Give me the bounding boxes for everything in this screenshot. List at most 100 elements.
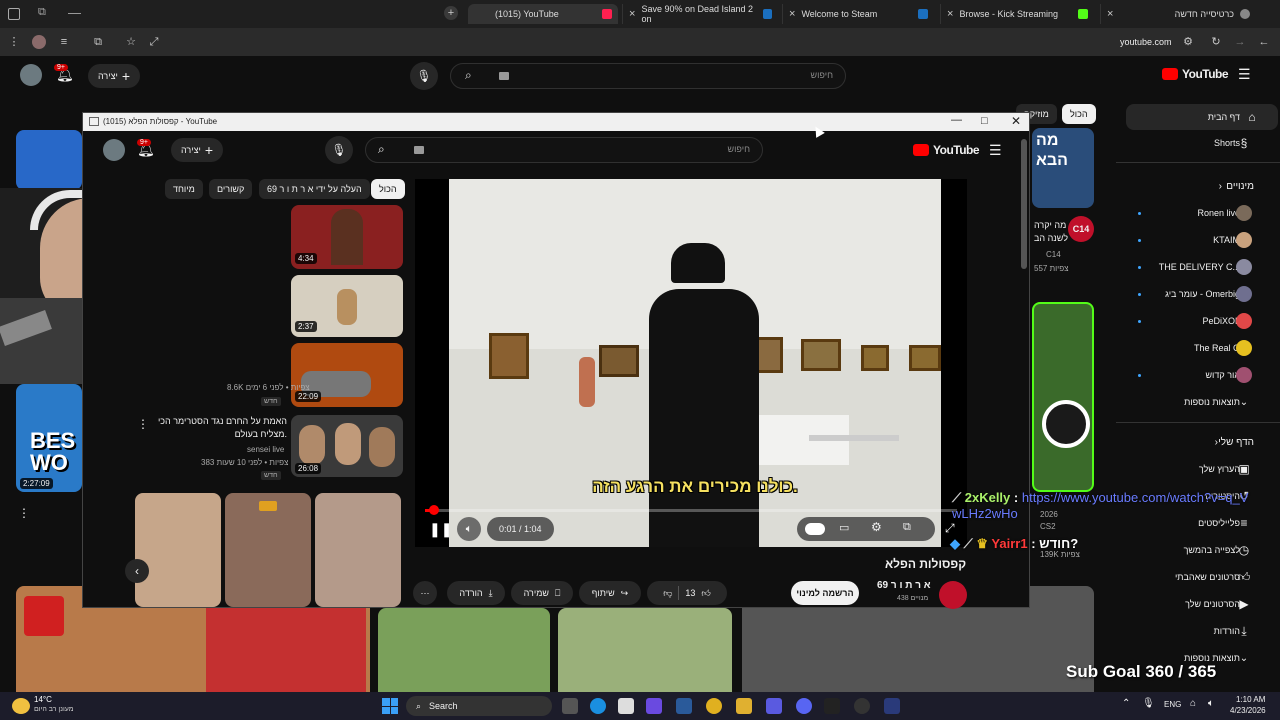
like-count[interactable]: 13 bbox=[685, 588, 695, 598]
mic-icon[interactable]: 🎙︎ bbox=[325, 136, 353, 164]
share-button[interactable]: שיתוף ↪ bbox=[579, 581, 641, 605]
bg-video-title[interactable]: מה יקרה bbox=[1034, 220, 1066, 230]
sidebar-show-more[interactable]: תוצאות נוספות ⌄ bbox=[1116, 389, 1280, 415]
settings-gear-icon[interactable]: ⚙ bbox=[871, 520, 882, 534]
tab-steam[interactable]: × Welcome to Steam bbox=[782, 4, 934, 24]
sidebar-item-sub[interactable]: PeDiXOL bbox=[1116, 308, 1280, 334]
maximize-icon[interactable]: □ bbox=[981, 115, 988, 127]
screenshot-icon[interactable]: ⤢ bbox=[148, 36, 160, 48]
volume-icon[interactable]: 🔈︎ bbox=[457, 517, 481, 541]
app-icon[interactable] bbox=[884, 698, 900, 714]
sidebar-item-home[interactable]: דף הבית ⌂ bbox=[1126, 104, 1278, 130]
close-icon[interactable]: ✕ bbox=[1011, 114, 1021, 128]
related-video-title[interactable]: האמת על החרם נגד הסטרימר הכי מצליח בעולם… bbox=[135, 415, 287, 441]
close-tab-icon[interactable]: × bbox=[629, 8, 635, 20]
chip-all[interactable]: הכול bbox=[371, 179, 405, 199]
create-button[interactable]: יצירה + bbox=[171, 138, 223, 162]
save-button[interactable]: שמירה ⎕ bbox=[511, 581, 573, 605]
forward-icon[interactable]: → bbox=[1234, 36, 1246, 48]
window-menu-icon[interactable] bbox=[8, 8, 20, 20]
sidebar-item-your-videos[interactable]: הסרטונים שלך ▶ bbox=[1116, 591, 1280, 617]
download-button[interactable]: הורדה ⤓ bbox=[447, 581, 505, 605]
language-indicator[interactable]: ENG bbox=[1164, 700, 1181, 709]
taskbar-search[interactable]: ⌕ Search bbox=[406, 696, 552, 716]
teams-icon[interactable] bbox=[766, 698, 782, 714]
autoplay-toggle[interactable] bbox=[805, 523, 825, 535]
file-explorer-icon[interactable] bbox=[736, 698, 752, 714]
youtube-logo-text[interactable]: YouTube bbox=[1182, 67, 1229, 81]
more-options-icon[interactable]: ⋮ bbox=[137, 417, 149, 431]
bg-video-thumbnail[interactable] bbox=[558, 608, 732, 692]
miniplayer-icon[interactable]: ⧉ bbox=[903, 521, 911, 534]
close-tab-icon[interactable]: × bbox=[1107, 8, 1113, 20]
avatar[interactable] bbox=[20, 64, 42, 86]
subscribe-button[interactable]: הרשמה למינוי bbox=[791, 581, 859, 605]
mic-icon[interactable]: 🎙︎ bbox=[1142, 698, 1155, 709]
chip-all[interactable]: הכול bbox=[1062, 104, 1096, 124]
tab-youtube[interactable]: (1015) YouTube bbox=[468, 4, 618, 24]
search-input[interactable]: ⌕ חיפוש bbox=[365, 137, 763, 163]
chevron-up-icon[interactable]: ⌃ bbox=[1122, 698, 1130, 709]
sidebar-item-sub[interactable]: THE DELIVERY C... bbox=[1116, 254, 1280, 280]
chip-related[interactable]: קשורים bbox=[209, 179, 253, 199]
search-icon[interactable]: ⌕ bbox=[378, 142, 385, 157]
sidebar-item-shorts[interactable]: Shorts § bbox=[1116, 130, 1280, 156]
new-tab-icon[interactable]: + bbox=[444, 6, 458, 20]
back-icon[interactable]: ← bbox=[1258, 36, 1270, 48]
hamburger-menu-icon[interactable]: ☰ bbox=[989, 142, 1002, 159]
avatar[interactable] bbox=[103, 139, 125, 161]
app-icon[interactable] bbox=[618, 698, 634, 714]
extensions-icon[interactable]: ⧉ bbox=[92, 36, 104, 48]
progress-knob[interactable] bbox=[428, 505, 439, 515]
task-view-icon[interactable] bbox=[562, 698, 578, 714]
youtube-logo-icon[interactable] bbox=[1162, 68, 1178, 80]
sidebar-item-sub[interactable]: אור קדוש bbox=[1116, 362, 1280, 388]
sidebar-item-sub[interactable]: Ronen live bbox=[1116, 200, 1280, 226]
keyboard-icon[interactable] bbox=[499, 72, 509, 80]
playlist-icon[interactable]: ≡ bbox=[58, 36, 70, 48]
bookmark-star-icon[interactable]: ☆ bbox=[125, 36, 137, 48]
related-video-thumbnail[interactable]: 22:09 bbox=[291, 343, 403, 407]
site-settings-icon[interactable]: ⚙ bbox=[1182, 36, 1194, 48]
channel-avatar[interactable]: C14 bbox=[1068, 216, 1094, 242]
channel-avatar[interactable] bbox=[939, 581, 967, 609]
bg-video-thumbnail[interactable] bbox=[16, 130, 82, 190]
video-frame[interactable]: כולנו מכירים את הרגע הזה. bbox=[449, 179, 941, 547]
mic-icon[interactable]: 🎙︎ bbox=[410, 62, 438, 90]
sidebar-subs-header[interactable]: מינויים › bbox=[1116, 173, 1280, 199]
bg-video-thumbnail[interactable] bbox=[378, 608, 550, 692]
search-icon[interactable]: ⌕ bbox=[465, 68, 472, 83]
minimize-icon[interactable]: — bbox=[68, 5, 81, 20]
sidebar-item-channel[interactable]: הערוץ שלך ▣ bbox=[1116, 456, 1280, 482]
more-actions-button[interactable]: ⋯ bbox=[413, 581, 437, 605]
clock-time[interactable]: 1:10 AM bbox=[1236, 695, 1265, 704]
create-button[interactable]: יצירה + bbox=[88, 64, 140, 88]
like-icon[interactable]: 👍︎ bbox=[701, 588, 710, 599]
sidebar-item-downloads[interactable]: הורדות ⤓ bbox=[1116, 618, 1280, 644]
youtube-logo-icon[interactable] bbox=[913, 144, 929, 156]
tab-new[interactable]: × כרטיסייה חדשה bbox=[1100, 4, 1256, 24]
bg-video-thumbnail[interactable]: מה הבא bbox=[1032, 128, 1094, 208]
youtube-logo-text[interactable]: YouTube bbox=[933, 143, 980, 157]
sidebar-item-sub[interactable]: The Real G bbox=[1116, 335, 1280, 361]
volume-icon[interactable]: 🔈︎ bbox=[1208, 698, 1214, 709]
tab-overview-icon[interactable]: ⧉ bbox=[38, 6, 46, 19]
edge-icon[interactable] bbox=[590, 698, 606, 714]
reload-icon[interactable]: ↻ bbox=[1210, 36, 1222, 48]
windows-start-icon[interactable] bbox=[382, 698, 398, 714]
scrollbar[interactable] bbox=[1021, 139, 1027, 269]
discord-icon[interactable] bbox=[796, 698, 812, 714]
menu-dots-icon[interactable]: ⋮ bbox=[8, 36, 20, 48]
keyboard-icon[interactable] bbox=[414, 146, 424, 154]
weather-icon[interactable] bbox=[12, 698, 30, 714]
bg-video-thumbnail[interactable]: BES WO 2:27:09 bbox=[16, 384, 82, 492]
close-tab-icon[interactable]: × bbox=[947, 8, 953, 20]
obs-icon[interactable] bbox=[854, 698, 870, 714]
sidebar-item-sub[interactable]: KTAIM bbox=[1116, 227, 1280, 253]
sidebar-you-header[interactable]: הדף שלי › bbox=[1116, 429, 1280, 455]
network-icon[interactable]: ⌂ bbox=[1190, 698, 1196, 709]
shorts-thumbnail[interactable] bbox=[135, 493, 221, 607]
bg-live-thumbnail[interactable] bbox=[1032, 302, 1094, 492]
pause-icon[interactable]: ❚❚ bbox=[429, 521, 452, 538]
app-icon[interactable] bbox=[824, 698, 840, 714]
